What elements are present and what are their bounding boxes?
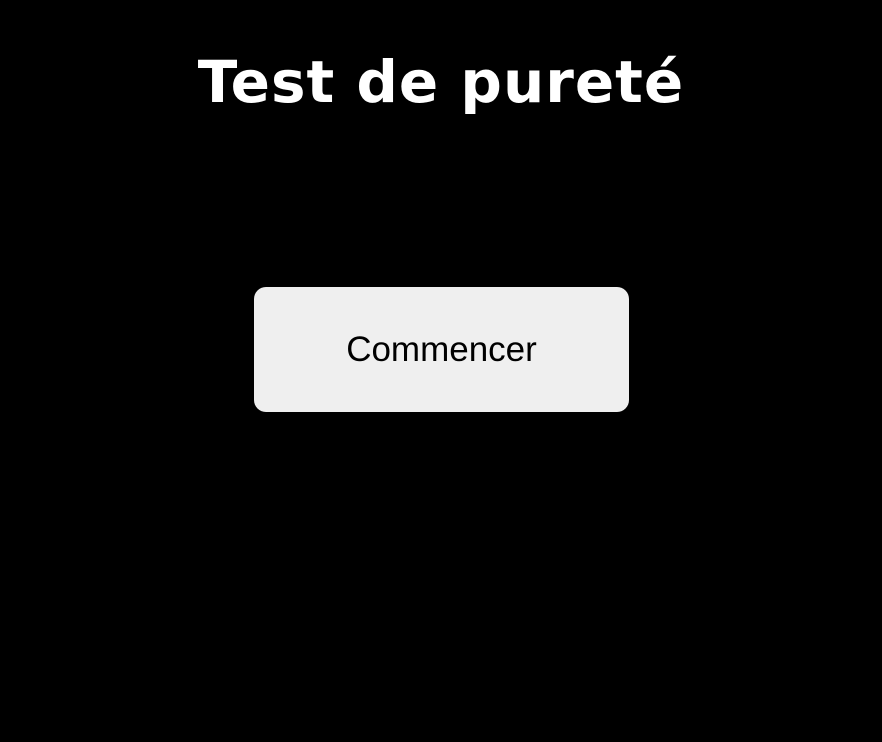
page-title: Test de pureté [197,48,685,116]
page: Test de pureté Commencer [0,0,882,742]
start-button[interactable]: Commencer [254,287,629,412]
